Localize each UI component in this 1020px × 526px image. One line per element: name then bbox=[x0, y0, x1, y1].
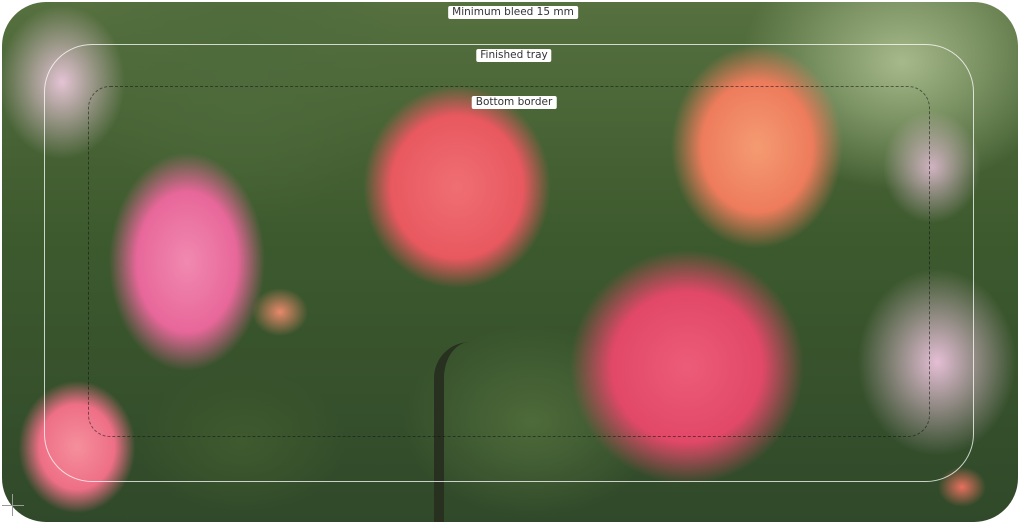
crosshair-icon[interactable] bbox=[2, 494, 24, 516]
bottom-border-label: Bottom border bbox=[471, 96, 557, 109]
bottom-border-outline bbox=[88, 86, 930, 437]
tray-preview-canvas: Minimum bleed 15 mm Finished tray Bottom… bbox=[0, 0, 1020, 526]
bleed-label: Minimum bleed 15 mm bbox=[448, 6, 578, 19]
finished-tray-label: Finished tray bbox=[476, 49, 552, 62]
